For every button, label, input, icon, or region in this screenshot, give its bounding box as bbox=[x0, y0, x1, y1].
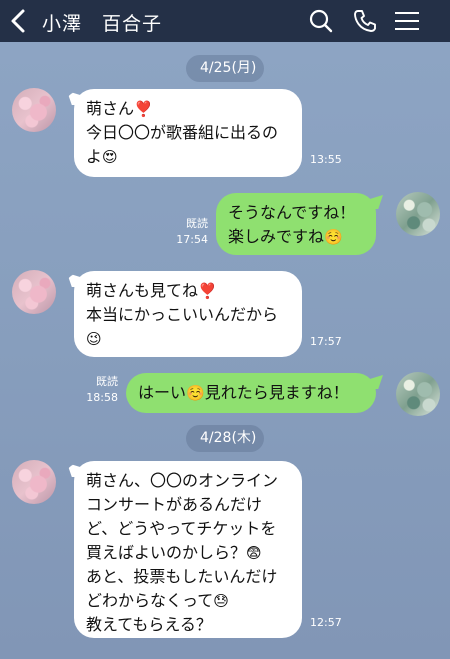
hamburger-menu-icon[interactable] bbox=[392, 6, 422, 36]
message-line: 楽しみですね☺️ bbox=[228, 227, 343, 246]
contact-avatar[interactable] bbox=[12, 88, 56, 132]
message-time: 12:57 bbox=[310, 616, 342, 629]
read-receipt: 既読 bbox=[96, 375, 118, 388]
message-line: 買えばよいのかしら？😨 bbox=[86, 543, 262, 562]
contact-avatar[interactable] bbox=[12, 460, 56, 504]
message-line: 萌さん❣️ bbox=[86, 99, 153, 118]
message-line: あと、投票もしたいんだけ bbox=[86, 567, 278, 586]
smiling-emoji: ☺️ bbox=[324, 228, 343, 246]
message-line: 今日〇〇が歌番組に出るの bbox=[86, 123, 279, 142]
message-line: 萌さん、〇〇のオンライン bbox=[86, 471, 279, 490]
message-line: 本当にかっこいいんだから bbox=[86, 305, 279, 324]
message-time: 17:57 bbox=[310, 335, 342, 348]
message-line: よ😍 bbox=[86, 147, 118, 166]
incoming-message-bubble[interactable]: 萌さん❣️ 今日〇〇が歌番組に出るの よ😍 bbox=[74, 89, 302, 177]
incoming-message-bubble[interactable]: 萌さんも見てね❣️ 本当にかっこいいんだから 😉 bbox=[74, 271, 302, 357]
message-time: 18:58 bbox=[86, 391, 118, 404]
heart-exclamation-emoji: ❣️ bbox=[134, 100, 153, 118]
message-line: 萌さんも見てね❣️ bbox=[86, 281, 217, 300]
my-avatar[interactable] bbox=[396, 372, 440, 416]
message-time: 13:55 bbox=[310, 153, 342, 166]
my-avatar[interactable] bbox=[396, 192, 440, 236]
incoming-message-bubble[interactable]: 萌さん、〇〇のオンライン コンサートがあるんだけ ど、どうやってチケットを 買え… bbox=[74, 461, 302, 638]
message-line: ど、どうやってチケットを bbox=[86, 519, 277, 538]
fearful-face-emoji: 😨 bbox=[246, 544, 262, 562]
message-line: どわからなくって😓 bbox=[86, 591, 229, 610]
message-line: コンサートがあるんだけ bbox=[86, 495, 263, 514]
chat-header: 小澤 百合子 bbox=[0, 0, 450, 42]
message-line: 教えてもらえる？ bbox=[86, 615, 212, 634]
heart-eyes-emoji: 😍 bbox=[102, 148, 118, 166]
smiling-emoji: ☺️ bbox=[186, 384, 205, 402]
outgoing-message-bubble[interactable]: そうなんですね！ 楽しみですね☺️ bbox=[216, 193, 376, 255]
message-line: 😉 bbox=[86, 327, 290, 351]
message-time: 17:54 bbox=[176, 233, 208, 246]
contact-avatar[interactable] bbox=[12, 270, 56, 314]
message-line: そうなんですね！ bbox=[228, 203, 356, 222]
wink-emoji: 😉 bbox=[86, 330, 102, 348]
search-icon[interactable] bbox=[306, 6, 336, 36]
downcast-sweat-emoji: 😓 bbox=[213, 592, 229, 610]
message-line: はーい☺️見れたら見ますね！ bbox=[138, 383, 349, 402]
read-receipt: 既読 bbox=[186, 217, 208, 230]
back-arrow-icon[interactable] bbox=[4, 5, 34, 37]
date-separator: 4/25(月) bbox=[186, 55, 264, 82]
contact-name[interactable]: 小澤 百合子 bbox=[42, 9, 162, 36]
date-separator: 4/28(木) bbox=[186, 425, 264, 452]
phone-icon[interactable] bbox=[350, 6, 380, 36]
heart-exclamation-emoji: ❣️ bbox=[198, 282, 217, 300]
outgoing-message-bubble[interactable]: はーい☺️見れたら見ますね！ bbox=[126, 373, 376, 413]
